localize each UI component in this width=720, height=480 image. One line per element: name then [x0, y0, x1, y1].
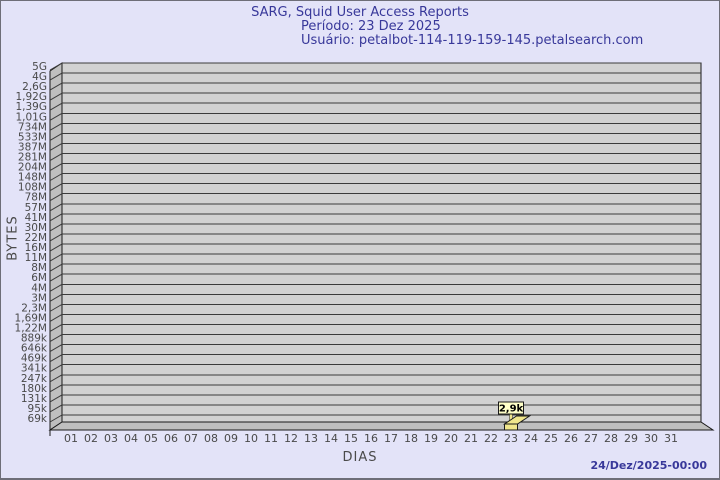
x-tick-label: 05 — [144, 432, 158, 445]
x-tick-label: 28 — [604, 432, 618, 445]
x-tick-label: 22 — [484, 432, 498, 445]
y-tick-label: 69k — [28, 413, 48, 425]
x-tick-label: 13 — [304, 432, 318, 445]
report-timestamp: 24/Dez/2025-00:00 — [590, 459, 707, 472]
x-tick-label: 23 — [504, 432, 518, 445]
x-tick-label: 07 — [184, 432, 198, 445]
x-tick-label: 03 — [104, 432, 118, 445]
bar-front-face — [504, 423, 518, 431]
x-tick-label: 27 — [584, 432, 598, 445]
x-tick-label: 04 — [124, 432, 138, 445]
x-tick-label: 09 — [224, 432, 238, 445]
x-tick-label: 18 — [404, 432, 418, 445]
x-tick-label: 29 — [624, 432, 638, 445]
x-tick-label: 15 — [344, 432, 358, 445]
x-tick-label: 10 — [244, 432, 258, 445]
x-tick-label: 01 — [64, 432, 78, 445]
x-tick-label: 31 — [664, 432, 678, 445]
chart-floor — [48, 421, 715, 431]
x-tick-label: 14 — [324, 432, 338, 445]
sarg-report-image: SARG, Squid User Access Reports Período:… — [0, 0, 720, 480]
chart-plot-area — [61, 62, 702, 423]
chart-left-wall — [49, 62, 63, 431]
x-tick-label: 08 — [204, 432, 218, 445]
x-tick-label: 06 — [164, 432, 178, 445]
x-tick-label: 24 — [524, 432, 538, 445]
x-tick-label: 17 — [384, 432, 398, 445]
x-tick-label: 26 — [564, 432, 578, 445]
x-tick-label: 20 — [444, 432, 458, 445]
x-tick-label: 30 — [644, 432, 658, 445]
x-tick-label: 12 — [284, 432, 298, 445]
bar-chart: 5G4G2,6G1,92G1,39G1,01G734M533M387M281M2… — [15, 61, 715, 445]
x-tick-label: 19 — [424, 432, 438, 445]
x-tick-label: 16 — [364, 432, 378, 445]
bar-value-label: 2,9k — [499, 404, 524, 415]
x-tick-label: 21 — [464, 432, 478, 445]
x-tick-label: 25 — [544, 432, 558, 445]
x-tick-label: 02 — [84, 432, 98, 445]
x-tick-label: 11 — [264, 432, 278, 445]
